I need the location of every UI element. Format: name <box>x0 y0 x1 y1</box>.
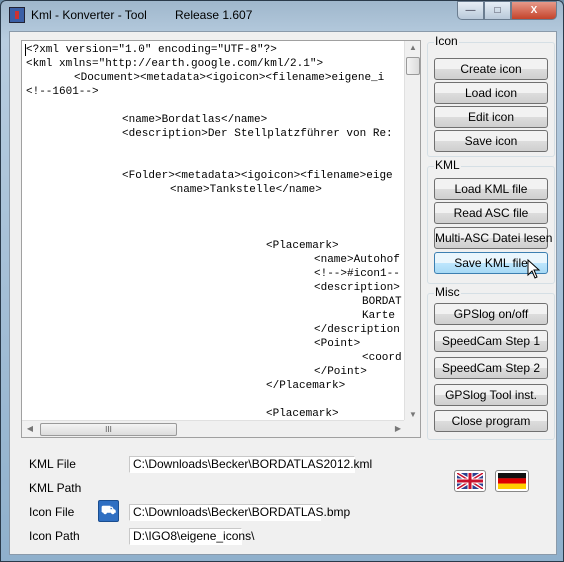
code-line: <?xml version="1.0" encoding="UTF-8"?> <box>26 44 277 56</box>
multi-asc-button[interactable]: Multi-ASC Datei lesen <box>434 227 552 249</box>
gpslog-tool-button[interactable]: GPSlog Tool inst. <box>434 384 548 406</box>
text-caret <box>25 44 26 56</box>
icon-group-label: Icon <box>434 34 459 48</box>
title-bar: Kml - Konverter - Tool Release 1.607 — □… <box>1 1 563 29</box>
close-window-button[interactable]: X <box>511 1 557 20</box>
app-icon <box>9 7 25 23</box>
code-line: <Folder><metadata><igoicon><filename>eig… <box>26 170 393 182</box>
vertical-scroll-thumb[interactable] <box>406 57 420 75</box>
code-content[interactable]: <?xml version="1.0" encoding="UTF-8"?> <k… <box>26 43 408 419</box>
minimize-button[interactable]: — <box>457 1 484 20</box>
kml-group-label: KML <box>434 158 461 172</box>
code-line: BORDAT <box>26 296 402 308</box>
code-line: <description>Der Stellplatzführer von Re… <box>26 128 393 140</box>
kml-file-field[interactable]: C:\Downloads\Becker\BORDATLAS2012.kml <box>129 456 372 473</box>
scroll-corner <box>404 420 420 437</box>
vertical-scrollbar[interactable]: ▲ ▼ <box>404 41 420 421</box>
kml-text-editor[interactable]: <?xml version="1.0" encoding="UTF-8"?> <k… <box>21 40 421 438</box>
german-flag-icon <box>498 473 526 489</box>
horizontal-scrollbar[interactable]: ◀ III ▶ <box>22 420 406 437</box>
window-title: Kml - Konverter - Tool <box>31 8 147 22</box>
icon-group: Icon Create icon Load icon Edit icon Sav… <box>427 34 555 157</box>
code-line: <name>Tankstelle</name> <box>26 184 322 196</box>
code-line: <!--1601--> <box>26 86 99 98</box>
german-flag-button[interactable] <box>495 470 529 492</box>
load-icon-button[interactable]: Load icon <box>434 82 548 104</box>
code-line: <name>Bordatlas</name> <box>26 114 268 126</box>
horizontal-scroll-thumb[interactable]: III <box>40 423 177 436</box>
icon-preview-button[interactable]: ⛟ <box>98 500 119 522</box>
code-line: <Point> <box>26 338 361 350</box>
speedcam-step1-button[interactable]: SpeedCam Step 1 <box>434 330 548 352</box>
english-flag-button[interactable] <box>454 470 486 492</box>
code-line: Karte <box>26 310 396 322</box>
icon-path-label: Icon Path <box>29 529 80 543</box>
maximize-button[interactable]: □ <box>484 1 511 20</box>
misc-group: Misc GPSlog on/off SpeedCam Step 1 Speed… <box>427 285 555 440</box>
code-line: </description <box>26 324 400 336</box>
read-asc-button[interactable]: Read ASC file <box>434 202 548 224</box>
code-line: <kml xmlns="http://earth.google.com/kml/… <box>26 58 324 70</box>
scroll-up-icon[interactable]: ▲ <box>405 43 420 52</box>
scroll-left-icon[interactable]: ◀ <box>22 424 38 433</box>
app-window: Kml - Konverter - Tool Release 1.607 — □… <box>0 0 564 562</box>
mouse-cursor-icon <box>527 259 541 279</box>
client-area: <?xml version="1.0" encoding="UTF-8"?> <k… <box>9 31 557 555</box>
kml-path-label: KML Path <box>29 481 82 495</box>
code-line: <description> <box>26 282 400 294</box>
icon-file-label: Icon File <box>29 505 75 519</box>
icon-path-field[interactable]: D:\IGO8\eigene_icons\ <box>129 528 254 545</box>
release-label: Release 1.607 <box>175 8 253 22</box>
code-line: <Placemark> <box>26 408 339 419</box>
scroll-down-icon[interactable]: ▼ <box>405 410 420 419</box>
code-line: </Placemark> <box>26 380 346 392</box>
edit-icon-button[interactable]: Edit icon <box>434 106 548 128</box>
code-line: <Placemark> <box>26 240 339 252</box>
code-line: </Point> <box>26 366 367 378</box>
code-line: <Document><metadata><igoicon><filename>e… <box>26 72 385 84</box>
uk-flag-icon <box>455 471 485 491</box>
code-line: <!-->#icon1-- <box>26 268 400 280</box>
kml-file-label: KML File <box>29 457 76 471</box>
gpslog-toggle-button[interactable]: GPSlog on/off <box>434 303 548 325</box>
code-line: <coord <box>26 352 402 364</box>
icon-file-field[interactable]: C:\Downloads\Becker\BORDATLAS.bmp <box>129 504 350 521</box>
speedcam-step2-button[interactable]: SpeedCam Step 2 <box>434 357 548 379</box>
create-icon-button[interactable]: Create icon <box>434 58 548 80</box>
misc-group-label: Misc <box>434 285 461 299</box>
code-line: <name>Autohof <box>26 254 400 266</box>
load-kml-button[interactable]: Load KML file <box>434 178 548 200</box>
save-icon-button[interactable]: Save icon <box>434 130 548 152</box>
close-program-button[interactable]: Close program <box>434 410 548 432</box>
